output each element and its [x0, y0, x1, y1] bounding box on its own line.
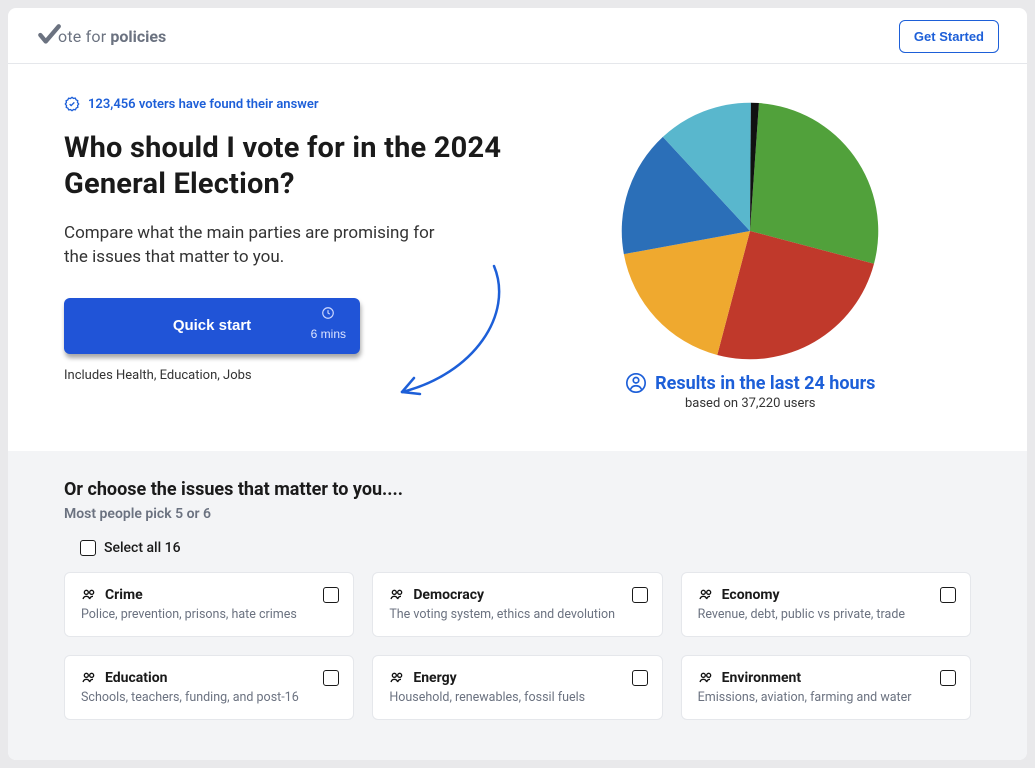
issues-hint: Most people pick 5 or 6 [64, 506, 971, 522]
issue-card-title: Crime [105, 587, 143, 603]
issue-checkbox[interactable] [632, 587, 648, 603]
issue-card[interactable]: Energy Household, renewables, fossil fuel… [372, 655, 662, 720]
logo[interactable]: ote for policies [36, 20, 166, 53]
voters-banner: 123,456 voters have found their answer [64, 96, 506, 112]
select-all-row[interactable]: Select all 16 [64, 540, 971, 556]
issue-card-title: Energy [413, 670, 456, 686]
people-icon [389, 587, 405, 603]
badge-check-icon [64, 96, 80, 112]
logo-check-icon [36, 22, 62, 55]
issue-card-desc: Police, prevention, prisons, hate crimes [81, 607, 337, 622]
quick-start-label: Quick start [173, 317, 251, 334]
issue-card-desc: Household, renewables, fossil fuels [389, 690, 645, 705]
people-icon [81, 587, 97, 603]
issue-card[interactable]: Crime Police, prevention, prisons, hate c… [64, 572, 354, 637]
issue-card-desc: Emissions, aviation, farming and water [698, 690, 954, 705]
issue-card[interactable]: Democracy The voting system, ethics and d… [372, 572, 662, 637]
issues-title: Or choose the issues that matter to you.… [64, 479, 971, 500]
select-all-label: Select all 16 [104, 540, 181, 556]
issue-card-title: Environment [722, 670, 801, 686]
logo-text-2: policies [110, 27, 166, 46]
results-headline-row: Results in the last 24 hours [625, 372, 875, 394]
issue-card[interactable]: Economy Revenue, debt, public vs private,… [681, 572, 971, 637]
issue-checkbox[interactable] [632, 670, 648, 686]
issue-checkbox[interactable] [940, 670, 956, 686]
issue-checkbox[interactable] [323, 587, 339, 603]
results-icon [625, 372, 647, 394]
voters-text: 123,456 voters have found their answer [88, 97, 319, 112]
results-pie-chart [615, 96, 885, 366]
people-icon [698, 587, 714, 603]
issue-card-desc: Revenue, debt, public vs private, trade [698, 607, 954, 622]
issue-card-desc: Schools, teachers, funding, and post-16 [81, 690, 337, 705]
issue-card-title: Economy [722, 587, 780, 603]
page-subtitle: Compare what the main parties are promis… [64, 221, 444, 270]
page-title: Who should I vote for in the 2024 Genera… [64, 130, 506, 203]
people-icon [389, 670, 405, 686]
issue-card[interactable]: Environment Emissions, aviation, farming … [681, 655, 971, 720]
issue-card-desc: The voting system, ethics and devolution [389, 607, 645, 622]
issue-checkbox[interactable] [323, 670, 339, 686]
quick-start-button[interactable]: Quick start 6 mins [64, 298, 360, 354]
quick-start-mins-wrap: 6 mins [311, 306, 346, 341]
get-started-button[interactable]: Get Started [899, 20, 999, 53]
results-subline: based on 37,220 users [685, 396, 816, 411]
quick-start-mins: 6 mins [311, 327, 346, 341]
issue-checkbox[interactable] [940, 587, 956, 603]
people-icon [698, 670, 714, 686]
clock-icon [321, 306, 335, 323]
people-icon [81, 670, 97, 686]
issue-card[interactable]: Education Schools, teachers, funding, and… [64, 655, 354, 720]
results-headline: Results in the last 24 hours [655, 373, 875, 394]
logo-text-1: ote for [58, 27, 106, 46]
header: ote for policies Get Started [8, 8, 1027, 64]
issue-card-title: Democracy [413, 587, 484, 603]
issue-card-title: Education [105, 670, 167, 686]
select-all-checkbox[interactable] [80, 540, 96, 556]
includes-text: Includes Health, Education, Jobs [64, 368, 506, 383]
